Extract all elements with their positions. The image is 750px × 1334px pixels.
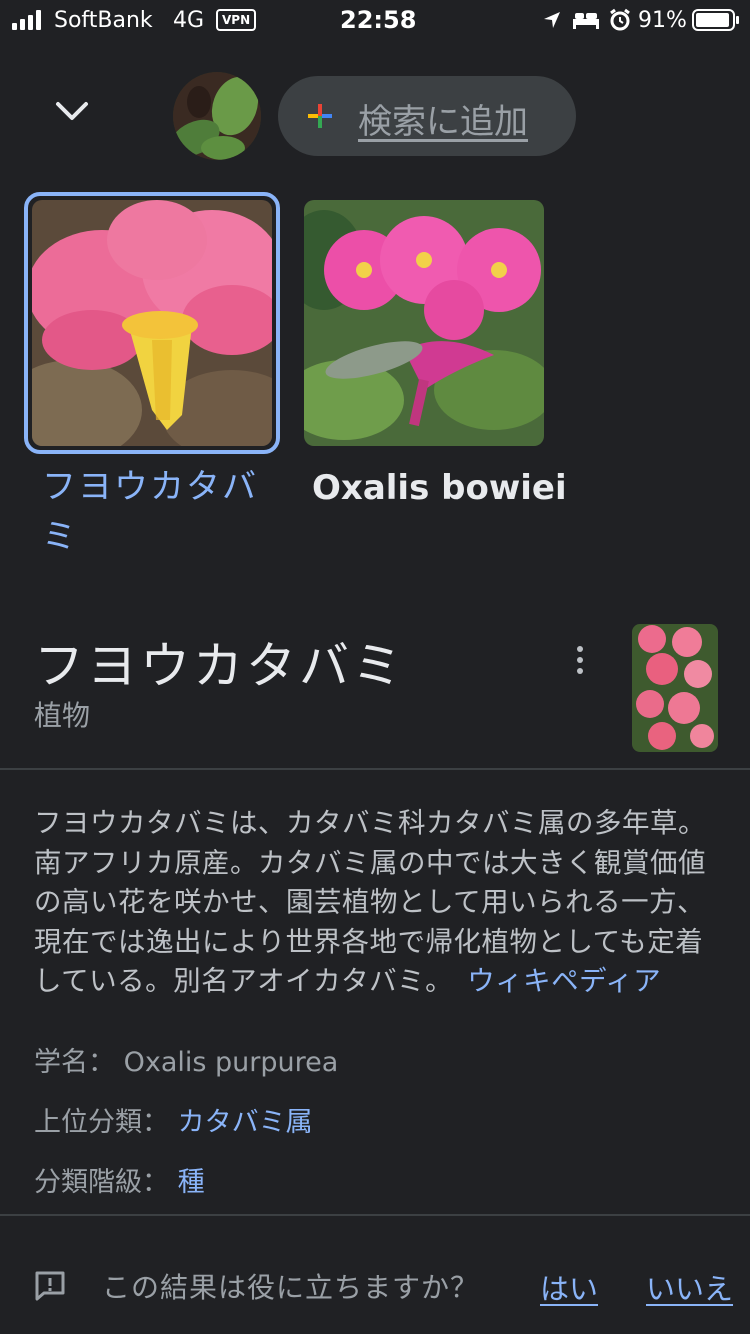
description-line: フヨウカタバミは、カタバミ科カタバミ属の多年草。 (34, 807, 706, 839)
rank-link[interactable]: 種 (178, 1167, 205, 1198)
suggestion-label-1-line1: フヨウカタバ (42, 467, 258, 507)
battery-percent: 91% (638, 8, 687, 33)
attribute-row-scientific-name: 学名： Oxalis purpurea (34, 1040, 338, 1079)
signal-icon (12, 10, 48, 30)
suggestion-label-1[interactable]: フヨウカタバ ミ (42, 462, 272, 562)
add-to-search-label: 検索に追加 (358, 102, 528, 142)
feedback-question: この結果は役に立ちますか？ (102, 1271, 480, 1304)
panel-description: フヨウカタバミは、カタバミ科カタバミ属の多年草。 南アフリカ原産。カタバミ属の中… (34, 804, 724, 1002)
feedback-no-link[interactable]: いいえ (646, 1266, 733, 1308)
panel-thumbnail-image[interactable] (632, 624, 718, 752)
wikipedia-link[interactable]: ウィキペディア (467, 965, 661, 997)
divider (0, 768, 750, 770)
suggestion-label-2[interactable]: Oxalis bowiei (312, 468, 567, 508)
add-to-search-button[interactable]: 検索に追加 (278, 76, 576, 156)
search-image-thumbnail[interactable] (173, 72, 261, 160)
feedback-icon (35, 1271, 65, 1301)
clock: 22:58 (340, 6, 417, 34)
description-line: の高い花を咲かせ、園芸植物として用いられる一方、 (34, 886, 706, 918)
description-line: 南アフリカ原産。カタバミ属の中では大きく観賞価値 (34, 846, 706, 879)
attribute-row-parent-taxon: 上位分類： カタバミ属 (34, 1100, 313, 1139)
network-label: 4G (173, 8, 205, 33)
status-bar: SoftBank 4G VPN 22:58 91% (0, 0, 750, 42)
suggestion-card-image-1[interactable] (32, 200, 272, 446)
description-line: 現在では逸出により世界各地で帰化植物としても定着 (34, 925, 704, 958)
attribute-key: 分類階級： (34, 1167, 169, 1198)
attribute-key: 学名： (34, 1047, 115, 1078)
bed-icon (573, 13, 599, 29)
description-line: している。別名アオイカタバミ。 (34, 965, 454, 997)
panel-title: フヨウカタバミ (34, 637, 405, 695)
carrier-label: SoftBank (54, 8, 153, 33)
parent-taxon-link[interactable]: カタバミ属 (178, 1107, 313, 1138)
colored-plus-icon (308, 104, 332, 128)
suggestion-card-image-2[interactable] (304, 200, 544, 446)
battery-icon (692, 9, 739, 31)
panel-subtitle: 植物 (34, 699, 91, 732)
feedback-yes-link[interactable]: はい (540, 1266, 598, 1308)
vpn-badge: VPN (216, 9, 257, 31)
alarm-icon (610, 8, 630, 31)
attribute-value: Oxalis purpurea (123, 1047, 339, 1078)
more-options-icon[interactable] (572, 646, 588, 676)
collapse-chevron-icon[interactable] (52, 92, 92, 132)
attribute-row-rank: 分類階級： 種 (34, 1160, 205, 1199)
divider (0, 1214, 750, 1216)
suggestion-label-1-line2: ミ (42, 517, 78, 557)
location-arrow-icon (544, 12, 560, 28)
attribute-key: 上位分類： (34, 1107, 169, 1138)
